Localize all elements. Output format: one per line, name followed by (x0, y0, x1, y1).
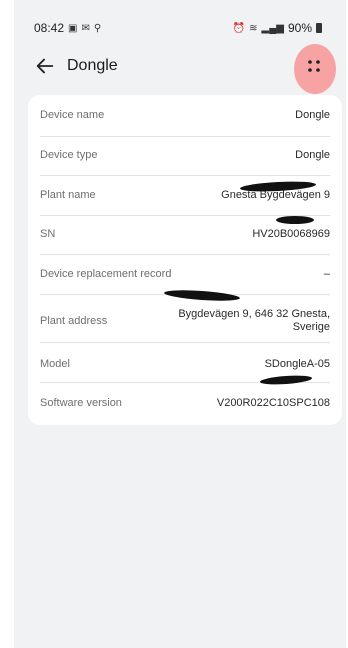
wifi-icon: ≋ (249, 22, 258, 34)
row-software-version: Software version V200R022C10SPC108 (40, 397, 330, 409)
sn-value: HV20B0068969 (252, 228, 330, 240)
redaction-mark (276, 216, 314, 224)
page-title: Dongle (67, 57, 118, 74)
row-model: Model SDongleA-05 (40, 358, 330, 370)
divider (40, 342, 330, 343)
battery-percent: 90% (287, 21, 312, 35)
model-value: SDongleA-05 (264, 358, 330, 370)
location-icon: ⚲ (93, 22, 102, 34)
battery-icon (316, 23, 322, 33)
alarm-icon: ⏰ (232, 22, 246, 34)
replacement-record-value: – (323, 268, 330, 280)
back-arrow-icon[interactable] (34, 55, 56, 77)
device-type-label: Device type (40, 149, 98, 161)
device-type-value: Dongle (295, 149, 330, 161)
status-bar: 08:42 ▣ ✉ ⚲ ⏰ ≋ ▂▄▆ 90% (14, 0, 346, 40)
plant-address-line2: Sverige (292, 321, 330, 333)
row-replacement-record[interactable]: Device replacement record – (40, 268, 330, 280)
software-version-value: V200R022C10SPC108 (216, 397, 330, 409)
more-options-icon[interactable] (302, 54, 326, 78)
row-plant-address: Plant address Bygdevägen 9, 646 32 Gnest… (40, 307, 330, 335)
plant-name-label: Plant name (40, 189, 96, 201)
sn-label: SN (40, 228, 56, 240)
device-name-label: Device name (40, 109, 105, 121)
device-name-value: Dongle (295, 109, 330, 121)
phone-screen: 08:42 ▣ ✉ ⚲ ⏰ ≋ ▂▄▆ 90% Dongle Device na… (14, 0, 346, 648)
divider (40, 175, 330, 176)
plant-address-label: Plant address (40, 315, 108, 327)
more-menu-highlight (294, 44, 336, 94)
plant-address-value: Bygdevägen 9, 646 32 Gnesta, Sverige (178, 308, 330, 334)
image-icon: ▣ (68, 22, 78, 34)
row-device-name: Device name Dongle (40, 109, 330, 121)
row-device-type: Device type Dongle (40, 149, 330, 161)
status-time: 08:42 (34, 21, 65, 35)
software-version-label: Software version (40, 397, 122, 409)
signal-icon: ▂▄▆ (261, 22, 284, 34)
row-plant-name: Plant name Gnesta Bygdevägen 9 (40, 189, 330, 201)
replacement-record-label: Device replacement record (40, 268, 172, 280)
app-bar: Dongle (14, 44, 346, 94)
divider (40, 136, 330, 137)
mail-icon: ✉ (81, 22, 90, 34)
divider (40, 254, 330, 255)
row-sn: SN HV20B0068969 (40, 228, 330, 240)
model-label: Model (40, 358, 70, 370)
plant-address-line1: Bygdevägen 9, 646 32 Gnesta, (178, 308, 330, 320)
